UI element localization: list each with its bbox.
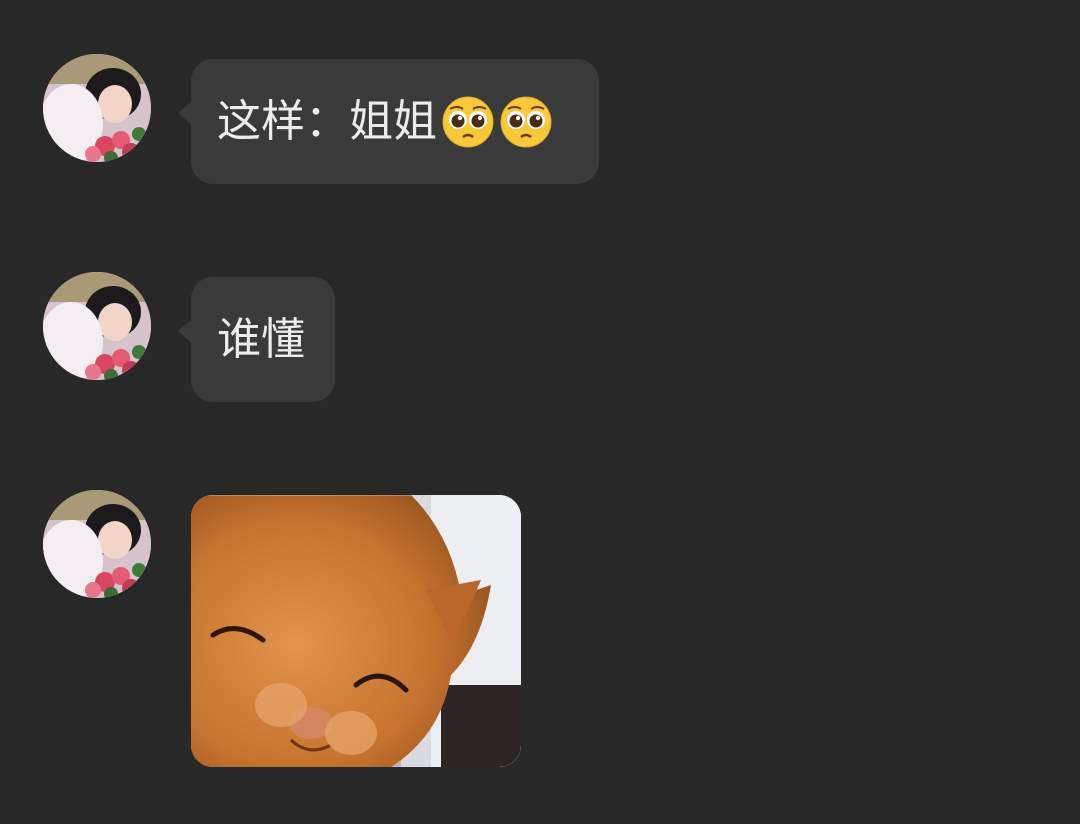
cat-sticker-image[interactable] xyxy=(191,495,521,767)
chat-message: 这样：姐姐 xyxy=(0,54,1080,184)
avatar-photo xyxy=(43,54,151,162)
chat-thread: 这样：姐姐 谁懂 xyxy=(0,0,1080,824)
avatar-photo xyxy=(43,490,151,598)
pleading-face-icon xyxy=(499,95,553,149)
avatar[interactable] xyxy=(43,54,151,162)
avatar[interactable] xyxy=(43,490,151,598)
message-bubble[interactable]: 谁懂 xyxy=(178,277,335,402)
avatar-photo xyxy=(43,272,151,380)
chat-message xyxy=(0,490,1080,770)
message-text: 这样：姐姐 xyxy=(217,95,437,147)
smiling-cat-icon xyxy=(191,495,521,767)
message-bubble[interactable]: 这样：姐姐 xyxy=(178,59,599,184)
chat-message: 谁懂 xyxy=(0,272,1080,402)
message-text: 谁懂 xyxy=(217,313,305,365)
avatar[interactable] xyxy=(43,272,151,380)
pleading-face-icon xyxy=(441,95,495,149)
